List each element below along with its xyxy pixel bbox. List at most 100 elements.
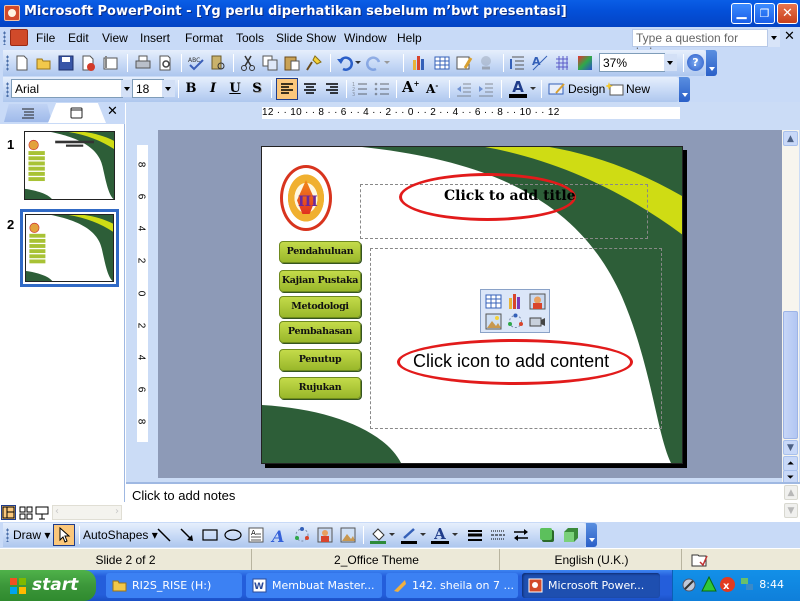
tab-outline[interactable] xyxy=(4,104,52,122)
powerpoint-app-icon[interactable] xyxy=(4,5,20,21)
print-preview-icon[interactable] xyxy=(156,54,174,72)
draw-menu-button[interactable]: Draw ▾ xyxy=(13,528,50,542)
draw-font-color-icon[interactable]: A xyxy=(431,525,449,544)
toolbar-grip[interactable] xyxy=(6,55,9,71)
taskbar-item-media[interactable]: 142. sheila on 7 ... xyxy=(386,573,518,598)
horizontal-ruler[interactable]: 12 · · 10 · · 8 · · 6 · · 4 · · 2 · · 0 … xyxy=(262,107,680,119)
scroll-up-button[interactable]: ▲ xyxy=(783,131,798,146)
email-icon[interactable] xyxy=(101,54,119,72)
hyperlink-icon[interactable] xyxy=(477,54,495,72)
arrow-icon[interactable] xyxy=(178,526,196,544)
font-color-dropdown-icon[interactable] xyxy=(452,533,458,536)
spelling-icon[interactable]: ABC xyxy=(187,54,205,72)
help-dropdown-button[interactable] xyxy=(768,29,780,47)
menu-view[interactable]: View xyxy=(102,31,128,45)
expand-all-icon[interactable] xyxy=(509,54,527,72)
document-icon[interactable] xyxy=(10,29,28,46)
font-name-combo[interactable]: Arial xyxy=(11,79,123,98)
align-right-icon[interactable] xyxy=(323,80,341,98)
dash-style-icon[interactable] xyxy=(489,526,507,544)
diagram-icon[interactable] xyxy=(293,526,311,544)
content-placeholder-text[interactable]: Click icon to add content xyxy=(413,351,609,372)
open-icon[interactable] xyxy=(35,54,53,72)
clipart-icon[interactable] xyxy=(316,526,334,544)
font-color-button[interactable]: A xyxy=(508,78,528,98)
menu-slide-show[interactable]: Slide Show xyxy=(276,31,336,45)
align-center-icon[interactable] xyxy=(301,80,319,98)
select-objects-button[interactable] xyxy=(53,524,75,546)
toolbar-grip[interactable] xyxy=(6,82,9,97)
slide-sorter-view-button[interactable] xyxy=(19,506,33,523)
picture-icon[interactable] xyxy=(339,526,357,544)
bullets-icon[interactable] xyxy=(373,80,391,98)
slide-thumbnail-2-selected[interactable] xyxy=(20,209,119,287)
menu-tools[interactable]: Tools xyxy=(236,31,264,45)
menu-insert[interactable]: Insert xyxy=(140,31,170,45)
save-icon[interactable] xyxy=(57,54,75,72)
insert-diagram-icon[interactable] xyxy=(507,313,524,330)
title-placeholder-text[interactable]: Click to add title xyxy=(444,188,576,204)
network-tray-icon[interactable] xyxy=(739,576,755,592)
insert-table-icon[interactable] xyxy=(433,54,451,72)
chevron-right-icon[interactable]: › xyxy=(115,506,119,517)
clock[interactable]: 8:44 xyxy=(759,578,784,591)
toolbar-grip[interactable] xyxy=(6,528,9,542)
toolbar-options-button[interactable] xyxy=(586,523,597,547)
fill-color-icon[interactable] xyxy=(369,526,387,544)
nav-button-metodologi[interactable]: Metodologi xyxy=(279,296,361,318)
new-slide-button[interactable]: New Slide xyxy=(606,79,679,116)
increase-font-size-icon[interactable]: A+ xyxy=(402,78,420,96)
redo-dropdown-icon[interactable] xyxy=(384,61,390,64)
notes-scroll-up[interactable]: ▲ xyxy=(784,485,798,500)
taskbar-item-powerpoint[interactable]: Microsoft Power... xyxy=(522,573,660,598)
copy-icon[interactable] xyxy=(261,54,279,72)
3d-style-icon[interactable] xyxy=(562,526,580,544)
line-style-icon[interactable] xyxy=(466,526,484,544)
textbox-icon[interactable]: A xyxy=(247,526,265,544)
insert-clipart-icon[interactable] xyxy=(529,293,546,310)
arrow-style-icon[interactable] xyxy=(512,526,530,544)
show-formatting-icon[interactable]: A xyxy=(531,54,549,72)
design-button[interactable]: Design xyxy=(548,79,605,99)
decrease-font-size-icon[interactable]: A- xyxy=(426,81,438,96)
italic-button[interactable]: I xyxy=(203,79,223,99)
toolbar-options-button[interactable] xyxy=(706,50,717,76)
oval-icon[interactable] xyxy=(224,526,242,544)
tab-slides[interactable] xyxy=(48,103,106,123)
format-painter-icon[interactable] xyxy=(305,54,323,72)
zoom-combo[interactable]: 37% xyxy=(599,53,665,72)
permission-icon[interactable] xyxy=(79,54,97,72)
zoom-dropdown-button[interactable] xyxy=(664,54,677,71)
close-button[interactable]: ✕ xyxy=(777,3,798,24)
line-color-icon[interactable] xyxy=(400,526,418,544)
slide-thumbnail-1[interactable] xyxy=(24,131,115,200)
restore-button[interactable]: ❐ xyxy=(754,3,775,24)
notes-placeholder[interactable]: Click to add notes xyxy=(132,488,235,503)
insert-picture-icon[interactable] xyxy=(485,313,502,330)
scroll-thumb[interactable] xyxy=(783,311,798,439)
menu-edit[interactable]: Edit xyxy=(68,31,89,45)
vertical-scrollbar[interactable]: ▲ ▼ ⏶ ⏷ xyxy=(782,130,799,485)
menu-window[interactable]: Window xyxy=(344,31,387,45)
slide-show-view-button[interactable] xyxy=(35,506,49,523)
menu-help[interactable]: Help xyxy=(397,31,422,45)
insert-chart-icon[interactable] xyxy=(507,293,524,310)
increase-indent-icon[interactable] xyxy=(477,80,495,98)
line-icon[interactable] xyxy=(155,526,173,544)
volume-tray-icon[interactable] xyxy=(681,577,697,593)
new-icon[interactable] xyxy=(13,54,31,72)
nav-button-pembahasan[interactable]: Pembahasan xyxy=(279,321,361,343)
align-left-button[interactable] xyxy=(276,78,298,100)
antivirus-tray-icon[interactable]: x xyxy=(719,576,736,593)
normal-view-button[interactable] xyxy=(1,505,16,520)
wordart-icon[interactable]: A xyxy=(270,526,288,546)
rectangle-icon[interactable] xyxy=(201,526,219,544)
help-icon[interactable]: ? xyxy=(687,54,704,71)
close-pane-icon[interactable]: ✕ xyxy=(107,104,118,119)
font-size-dropdown[interactable] xyxy=(162,80,175,97)
nav-button-rujukan[interactable]: Rujukan xyxy=(279,377,361,399)
menu-file[interactable]: File xyxy=(36,31,55,45)
spelling-status-icon[interactable] xyxy=(690,552,708,571)
line-color-dropdown-icon[interactable] xyxy=(420,533,426,536)
fill-color-dropdown-icon[interactable] xyxy=(389,533,395,536)
